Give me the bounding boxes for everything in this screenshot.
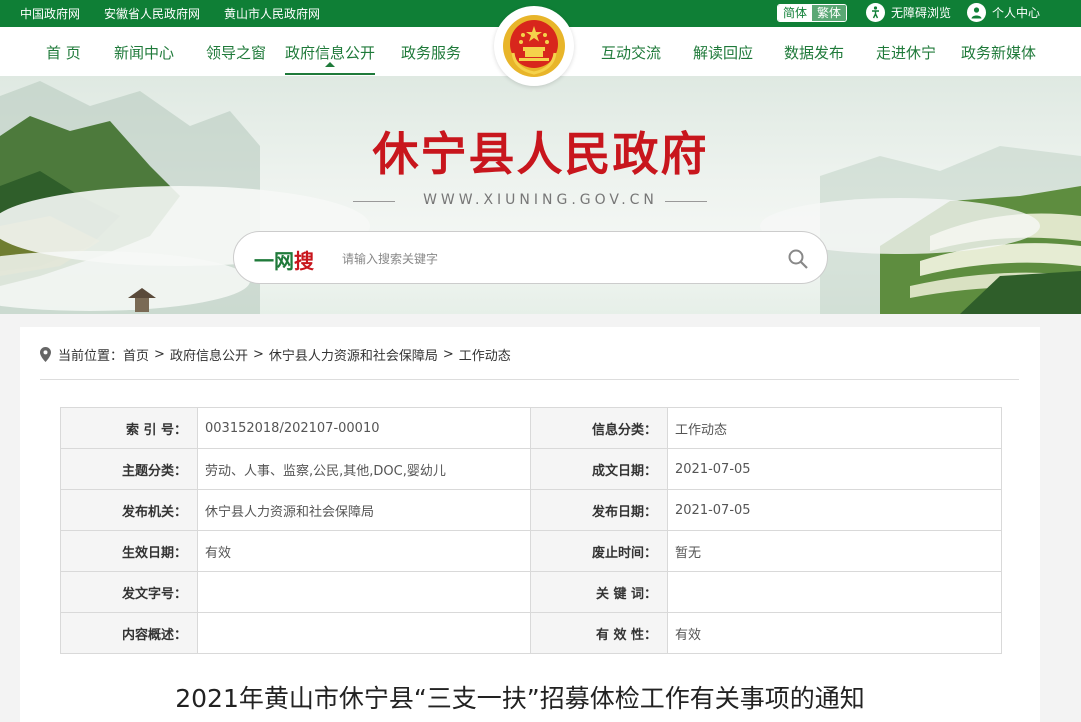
meta-key: 发布机关： [60, 489, 198, 531]
site-domain: WWW.XIUNING.GOV.CN [423, 192, 658, 208]
meta-key: 内容概述： [60, 612, 198, 654]
link-anhui-gov[interactable]: 安徽省人民政府网 [104, 5, 200, 22]
search-icon[interactable] [786, 247, 810, 271]
meta-value: 有效 [667, 612, 1002, 654]
breadcrumb-separator: > [154, 347, 165, 362]
location-pin-icon [40, 347, 51, 362]
meta-key: 生效日期： [60, 530, 198, 572]
meta-value: 暂无 [667, 530, 1002, 572]
meta-key: 关 键 词： [530, 571, 668, 613]
breadcrumb: 当前位置： 首页 > 政府信息公开 > 休宁县人力资源和社会保障局 > 工作动态 [40, 345, 511, 364]
nav-interpretation[interactable]: 解读回应 [693, 42, 753, 63]
meta-value: 劳动、人事、监察,公民,其他,DOC,婴幼儿 [197, 448, 531, 490]
search-brand-part1: 一网 [254, 249, 294, 273]
user-icon [967, 3, 986, 22]
domain-divider-right [665, 201, 707, 202]
breadcrumb-work-news[interactable]: 工作动态 [459, 345, 511, 364]
meta-key: 索 引 号： [60, 407, 198, 449]
nav-news[interactable]: 新闻中心 [114, 42, 174, 63]
meta-key: 信息分类： [530, 407, 668, 449]
meta-key: 发文字号： [60, 571, 198, 613]
meta-key: 废止时间： [530, 530, 668, 572]
breadcrumb-home[interactable]: 首页 [123, 345, 149, 364]
breadcrumb-divider [40, 379, 1019, 380]
breadcrumb-gov-info[interactable]: 政府信息公开 [170, 345, 248, 364]
content-card: 当前位置： 首页 > 政府信息公开 > 休宁县人力资源和社会保障局 > 工作动态… [20, 327, 1040, 722]
breadcrumb-hr-bureau[interactable]: 休宁县人力资源和社会保障局 [269, 345, 438, 364]
document-title: 2021年黄山市休宁县“三支一扶”招募体检工作有关事项的通知 [175, 684, 865, 713]
meta-value [197, 612, 531, 654]
meta-value [667, 571, 1002, 613]
table-row: 索 引 号： 003152018/202107-00010 信息分类： 工作动态 [60, 407, 1002, 449]
breadcrumb-separator: > [252, 347, 264, 362]
meta-key: 发布日期： [530, 489, 668, 531]
search-bar: 一网搜 [233, 231, 828, 284]
meta-value: 有效 [197, 530, 531, 572]
language-switch: 简体 繁体 [777, 4, 848, 22]
lang-simplified-button[interactable]: 简体 [778, 5, 813, 21]
nav-data[interactable]: 数据发布 [784, 42, 844, 63]
user-center-label: 个人中心 [992, 6, 1041, 20]
link-china-gov[interactable]: 中国政府网 [20, 5, 80, 22]
national-emblem-icon[interactable] [494, 6, 574, 86]
nav-gov-info[interactable]: 政府信息公开 [285, 42, 376, 75]
banner: 休宁县人民政府 WWW.XIUNING.GOV.CN 一网搜 [0, 76, 1081, 314]
table-row: 发布机关： 休宁县人力资源和社会保障局 发布日期： 2021-07-05 [60, 489, 1002, 531]
nav-about-xiuning[interactable]: 走进休宁 [876, 42, 936, 63]
meta-key: 主题分类： [60, 448, 198, 490]
nav-new-media[interactable]: 政务新媒体 [961, 42, 1036, 63]
meta-value [197, 571, 531, 613]
table-row: 内容概述： 有 效 性： 有效 [60, 612, 1002, 654]
meta-value: 003152018/202107-00010 [197, 407, 531, 449]
table-row: 主题分类： 劳动、人事、监察,公民,其他,DOC,婴幼儿 成文日期： 2021-… [60, 448, 1002, 490]
meta-key: 有 效 性： [530, 612, 668, 654]
link-huangshan-gov[interactable]: 黄山市人民政府网 [224, 5, 320, 22]
table-row: 发文字号： 关 键 词： [60, 571, 1002, 613]
lang-traditional-button[interactable]: 繁体 [812, 5, 847, 21]
user-center-link[interactable]: 个人中心 [967, 3, 1040, 22]
accessibility-link[interactable]: 无障碍浏览 [866, 3, 951, 22]
search-brand-part2: 搜 [294, 249, 314, 273]
accessibility-label: 无障碍浏览 [891, 6, 952, 20]
document-meta-table: 索 引 号： 003152018/202107-00010 信息分类： 工作动态… [60, 407, 1002, 654]
nav-home[interactable]: 首 页 [46, 42, 81, 63]
search-input[interactable] [342, 248, 762, 270]
meta-key: 成文日期： [530, 448, 668, 490]
breadcrumb-separator: > [442, 347, 454, 362]
meta-value: 工作动态 [667, 407, 1002, 449]
breadcrumb-prefix: 当前位置： [58, 349, 124, 364]
nav-interaction[interactable]: 互动交流 [601, 42, 661, 63]
table-row: 生效日期： 有效 废止时间： 暂无 [60, 530, 1002, 572]
nav-services[interactable]: 政务服务 [401, 42, 461, 63]
accessibility-icon [866, 3, 885, 22]
site-title: 休宁县人民政府 [372, 127, 709, 181]
meta-value: 2021-07-05 [667, 489, 1002, 531]
top-links: 中国政府网 安徽省人民政府网 黄山市人民政府网 [20, 5, 344, 22]
nav-leaders[interactable]: 领导之窗 [206, 42, 266, 63]
meta-value: 2021-07-05 [667, 448, 1002, 490]
search-brand: 一网搜 [254, 245, 314, 274]
meta-value: 休宁县人力资源和社会保障局 [197, 489, 531, 531]
